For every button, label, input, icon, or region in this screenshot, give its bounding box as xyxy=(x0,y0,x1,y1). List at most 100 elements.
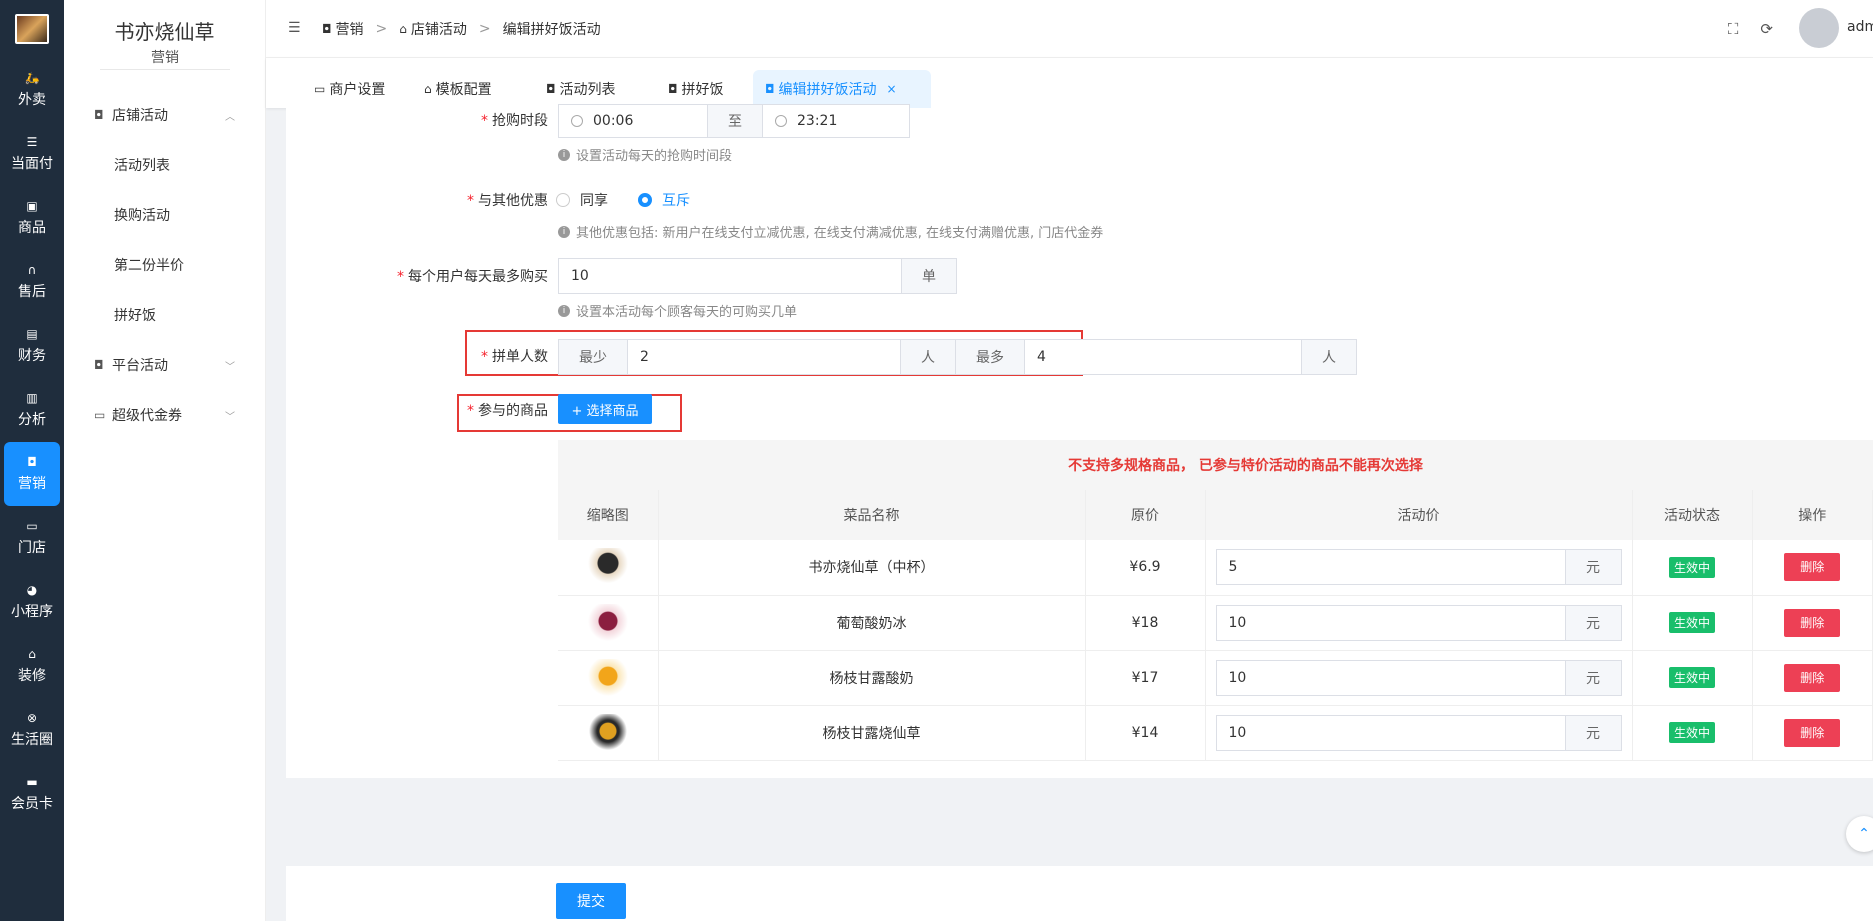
max-label: 最多 xyxy=(955,339,1025,375)
nav-item-life-circle[interactable]: ⊗ 生活圈 xyxy=(0,698,64,762)
tab-template-config[interactable]: ⌂ 模板配置 xyxy=(412,70,504,108)
breadcrumb-item[interactable]: 店铺活动 xyxy=(411,19,467,39)
select-goods-button[interactable]: + 选择商品 xyxy=(558,394,652,424)
submit-button[interactable]: 提交 xyxy=(556,883,626,919)
nav-item-label: 门店 xyxy=(18,540,46,556)
ticket-icon: ▭ xyxy=(94,408,106,422)
start-time-input[interactable]: 00:06 xyxy=(558,104,708,138)
nav-item-label: 当面付 xyxy=(11,156,53,172)
sale-price-input[interactable]: 5 xyxy=(1215,549,1566,586)
menu-group-label: 平台活动 xyxy=(112,358,168,374)
delete-button[interactable]: 删除 xyxy=(1784,663,1841,692)
app-logo[interactable] xyxy=(0,0,64,58)
breadcrumb-separator: > xyxy=(478,21,491,37)
nav-item-member-card[interactable]: ▬ 会员卡 xyxy=(0,762,64,826)
nav-item-label: 售后 xyxy=(18,284,46,300)
tab-group-meal[interactable]: ◘ 拼好饭 xyxy=(656,70,736,108)
menu-item-activity-list[interactable]: 活动列表 xyxy=(64,140,265,190)
delete-button[interactable]: 删除 xyxy=(1784,718,1841,747)
info-icon: i xyxy=(558,148,570,161)
nav-item-store[interactable]: ▭ 门店 xyxy=(0,506,64,570)
tab-edit-group-meal[interactable]: ◘ 编辑拼好饭活动 × xyxy=(753,70,931,108)
discount-hint: i 其他优惠包括: 新用户在线支付立减优惠, 在线支付满减优惠, 在线支付满赠优惠… xyxy=(558,222,1103,241)
col-name: 菜品名称 xyxy=(658,490,1086,540)
product-name: 杨枝甘露烧仙草 xyxy=(658,705,1086,761)
col-sale-price: 活动价 xyxy=(1205,490,1633,540)
nav-item-marketing[interactable]: ◘ 营销 xyxy=(4,442,60,506)
menu-group-store-activity[interactable]: ◘ 店铺活动 ︿ xyxy=(64,90,265,140)
nav-item-label: 小程序 xyxy=(11,604,53,620)
limit-input[interactable]: 10 xyxy=(558,258,902,294)
discount-label: * 与其他优惠 xyxy=(467,193,548,209)
radio-share[interactable]: 同享 xyxy=(556,190,608,210)
table-header-row: 缩略图 菜品名称 原价 活动价 活动状态 操作 xyxy=(558,490,1873,540)
limit-label: * 每个用户每天最多购买 xyxy=(397,269,548,285)
menu-group-platform-activity[interactable]: ◘ 平台活动 ﹀ xyxy=(64,340,265,390)
sofa-icon: ▭ xyxy=(314,82,326,96)
main-nav: 🛵 外卖 ☰ 当面付 ▣ 商品 ∩ 售后 ▤ 财务 ▥ 分析 ◘ 营销 ▭ 门店 ◕ 小程序 ⌂ 装… xyxy=(0,0,64,921)
table-row: 书亦烧仙草（中杯） ¥6.9 5元 生效中 删除 xyxy=(558,540,1873,596)
nav-item-analysis[interactable]: ▥ 分析 xyxy=(0,378,64,442)
nav-item-decorate[interactable]: ⌂ 装修 xyxy=(0,634,64,698)
bag-icon: ▣ xyxy=(26,199,38,213)
logo-image xyxy=(15,14,49,44)
shop-name: 书亦烧仙草 xyxy=(114,20,215,44)
sale-price-input[interactable]: 10 xyxy=(1215,604,1566,641)
limit-unit: 单 xyxy=(901,258,957,294)
nav-item-mini-program[interactable]: ◕ 小程序 xyxy=(0,570,64,634)
nav-item-goods[interactable]: ▣ 商品 xyxy=(0,186,64,250)
fullscreen-icon[interactable]: ⛶ xyxy=(1728,20,1739,38)
price-unit: 元 xyxy=(1565,604,1622,641)
col-thumbnail: 缩略图 xyxy=(558,490,659,540)
radio-dot xyxy=(556,193,570,207)
min-label: 最少 xyxy=(558,339,628,375)
shop-icon: ⌂ xyxy=(28,647,36,661)
user-name[interactable]: adm xyxy=(1847,19,1873,35)
end-time-input[interactable]: 23:21 xyxy=(762,104,910,138)
nav-item-label: 会员卡 xyxy=(11,796,53,812)
nav-item-label: 营销 xyxy=(18,476,46,492)
gift-icon: ◘ xyxy=(27,455,37,469)
sale-price-input[interactable]: 10 xyxy=(1215,714,1566,751)
table-row: 杨枝甘露酸奶 ¥17 10 元 生效中 删除 xyxy=(558,650,1873,706)
breadcrumb-current: 编辑拼好饭活动 xyxy=(502,22,601,38)
menu-group-super-voucher[interactable]: ▭ 超级代金券 ﹀ xyxy=(64,390,265,440)
clock-icon xyxy=(571,115,583,127)
chevron-down-icon: ﹀ xyxy=(225,361,235,373)
collapse-menu-icon[interactable]: ☰ xyxy=(288,20,301,36)
card-icon: ▬ xyxy=(26,775,38,789)
price-unit: 元 xyxy=(1565,659,1622,696)
delete-button[interactable]: 删除 xyxy=(1784,553,1841,582)
menu-item-second-half[interactable]: 第二份半价 xyxy=(64,240,265,290)
table-row: 葡萄酸奶冰 ¥18 10 元 生效中 删除 xyxy=(558,595,1873,651)
avatar[interactable] xyxy=(1799,8,1839,48)
refresh-icon[interactable]: ⟳ xyxy=(1760,20,1773,38)
radio-dot xyxy=(638,193,652,207)
section-title: 营销 xyxy=(100,47,230,70)
breadcrumb: ◘ 营销 > ⌂ 店铺活动 > 编辑拼好饭活动 xyxy=(322,19,601,39)
radio-exclusive[interactable]: 互斥 xyxy=(638,190,690,210)
tab-bar: ▭ 商户设置 ⌂ 模板配置 ◘ 活动列表 ◘ 拼好饭 ◘ 编辑拼好饭活动 × xyxy=(266,58,1873,108)
menu-group-label: 超级代金券 xyxy=(112,408,182,424)
nav-item-label: 分析 xyxy=(18,412,46,428)
menu-item-exchange[interactable]: 换购活动 xyxy=(64,190,265,240)
sale-price-input[interactable]: 10 xyxy=(1215,659,1566,696)
delete-button[interactable]: 删除 xyxy=(1784,608,1841,637)
tab-merchant-settings[interactable]: ▭ 商户设置 xyxy=(302,70,397,108)
min-group-input[interactable]: 2 xyxy=(627,339,901,375)
nav-item-label: 装修 xyxy=(18,668,46,684)
menu-item-group-meal[interactable]: 拼好饭 xyxy=(64,290,265,340)
col-original-price: 原价 xyxy=(1085,490,1206,540)
back-to-top-icon[interactable]: ⌃ xyxy=(1846,816,1873,852)
bar-chart-icon: ▥ xyxy=(26,391,38,405)
nav-item-face-pay[interactable]: ☰ 当面付 xyxy=(0,122,64,186)
max-group-input[interactable]: 4 xyxy=(1024,339,1302,375)
tab-activity-list[interactable]: ◘ 活动列表 xyxy=(534,70,628,108)
nav-item-finance[interactable]: ▤ 财务 xyxy=(0,314,64,378)
breadcrumb-item[interactable]: 营销 xyxy=(336,19,364,39)
status-badge: 生效中 xyxy=(1668,612,1715,633)
nav-item-takeout[interactable]: 🛵 外卖 xyxy=(0,58,64,122)
tab-label: 模板配置 xyxy=(435,82,492,98)
nav-item-after-sale[interactable]: ∩ 售后 xyxy=(0,250,64,314)
close-icon[interactable]: × xyxy=(887,82,897,96)
